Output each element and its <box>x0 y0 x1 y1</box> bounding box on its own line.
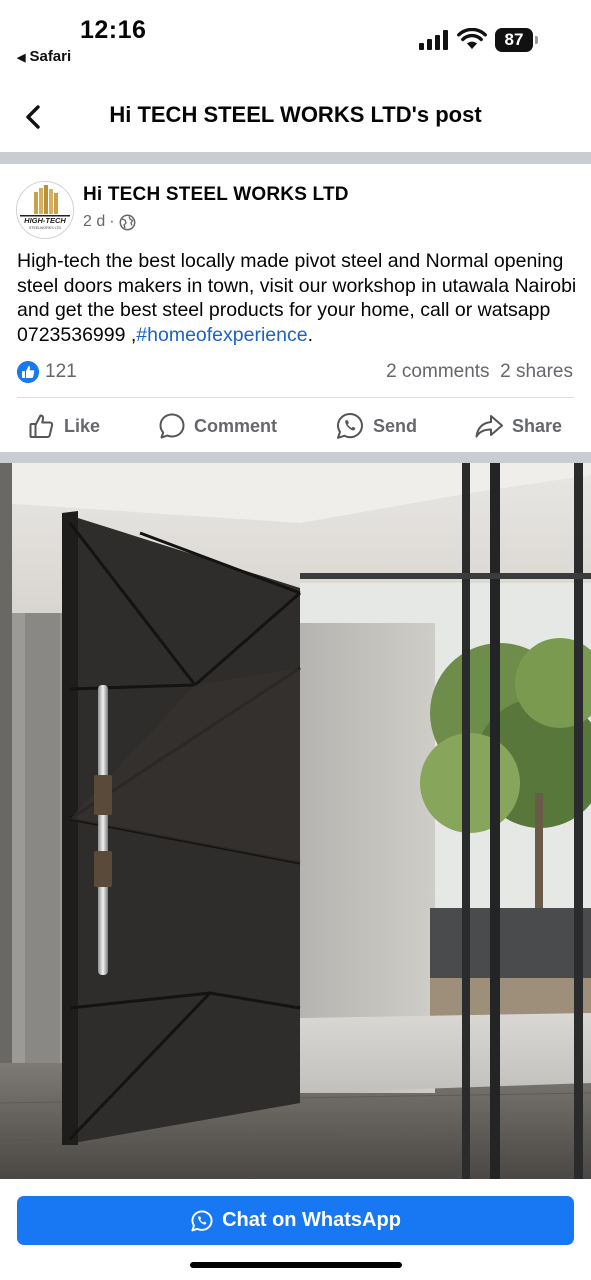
battery-indicator: 87 <box>495 28 539 52</box>
send-label: Send <box>373 415 418 436</box>
nav-header: Hi TECH STEEL WORKS LTD's post <box>0 82 591 152</box>
chat-on-whatsapp-button[interactable]: Chat on WhatsApp <box>17 1196 574 1245</box>
back-to-safari-link[interactable]: ◀ Safari <box>17 48 71 65</box>
back-app-label: Safari <box>29 48 72 65</box>
comment-button[interactable]: Comment <box>158 400 277 452</box>
post-meta: 2 d · <box>83 213 136 231</box>
cellular-signal-icon <box>419 30 448 50</box>
home-indicator[interactable] <box>190 1262 402 1268</box>
section-divider <box>0 152 591 164</box>
whatsapp-icon <box>337 413 363 439</box>
meta-separator: · <box>109 213 115 230</box>
post-text-end: . <box>307 323 314 346</box>
comment-label: Comment <box>194 415 278 436</box>
post-photo[interactable] <box>0 463 591 1179</box>
back-triangle-icon: ◀ <box>17 52 26 64</box>
hashtag-link[interactable]: #homeofexperience <box>136 324 307 346</box>
pivot-door-photo <box>0 463 591 1179</box>
image-divider <box>0 452 591 463</box>
battery-nub <box>535 36 538 44</box>
page-title: Hi TECH STEEL WORKS LTD's post <box>109 102 482 127</box>
avatar-logo-subtext: STEELWORKS LTD <box>29 226 62 230</box>
like-count[interactable]: 121 <box>45 361 77 383</box>
whatsapp-icon <box>191 1209 213 1231</box>
thumbs-up-icon <box>29 414 54 438</box>
like-label: Like <box>64 415 101 436</box>
like-button[interactable]: Like <box>28 400 100 452</box>
status-time: 12:16 <box>80 16 147 44</box>
share-label: Share <box>512 415 563 436</box>
comments-shares-count: 2 comments 2 shares <box>386 361 573 383</box>
comment-bubble-icon <box>159 413 185 439</box>
post-body-text: High-tech the best locally made pivot st… <box>17 249 577 347</box>
globe-icon <box>119 214 136 230</box>
cta-label: Chat on WhatsApp <box>222 1209 401 1231</box>
author-name[interactable]: Hi TECH STEEL WORKS LTD <box>83 184 349 206</box>
share-arrow-icon <box>475 415 503 438</box>
wifi-icon <box>457 28 487 49</box>
high-tech-logo-icon: HIGH-TECH STEELWORKS LTD <box>17 182 73 238</box>
post-header: HIGH-TECH STEELWORKS LTD Hi TECH STEEL W… <box>0 164 591 244</box>
status-bar: 12:16 ◀ Safari 87 <box>0 0 591 72</box>
share-button[interactable]: Share <box>474 400 562 452</box>
avatar-logo-text: HIGH-TECH <box>24 216 66 225</box>
shares-count[interactable]: 2 shares <box>500 361 573 382</box>
action-bar: Like Comment Send Share <box>0 400 591 452</box>
reaction-stats: 121 2 comments 2 shares <box>0 359 591 387</box>
battery-level: 87 <box>495 28 533 52</box>
action-divider <box>17 397 574 398</box>
like-reaction-icon[interactable] <box>17 361 39 383</box>
post-time[interactable]: 2 d <box>83 213 105 231</box>
comments-count[interactable]: 2 comments <box>386 361 489 382</box>
send-button[interactable]: Send <box>335 400 417 452</box>
page-avatar[interactable]: HIGH-TECH STEELWORKS LTD <box>16 181 74 239</box>
